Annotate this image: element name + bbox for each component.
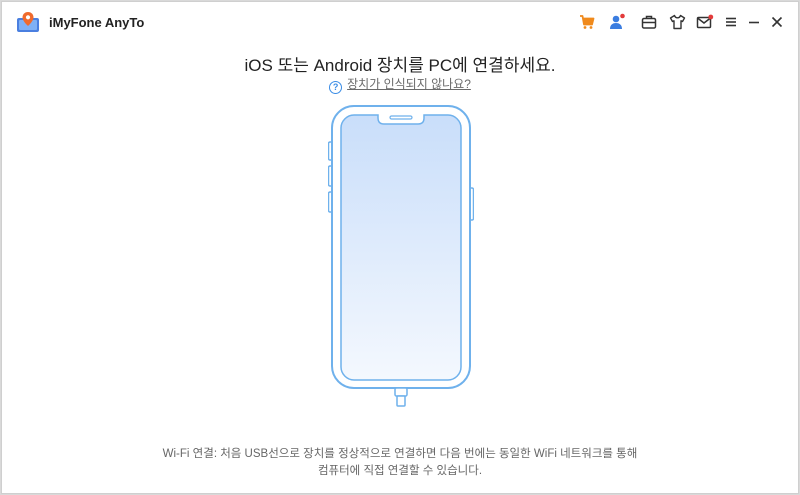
close-icon[interactable]	[768, 13, 786, 31]
question-icon: ?	[329, 81, 343, 94]
app-window: iMyFone AnyTo iOS 또는 Android 장치를 PC에 연결하…	[1, 1, 799, 494]
app-logo-icon	[17, 12, 39, 32]
title-bar: iMyFone AnyTo	[2, 2, 798, 42]
page-headline: iOS 또는 Android 장치를 PC에 연결하세요.	[244, 56, 556, 75]
wifi-note-line-2: 컴퓨터에 직접 연결할 수 있습니다.	[317, 465, 483, 477]
tshirt-icon[interactable]	[668, 13, 686, 31]
phone-illustration	[328, 105, 474, 407]
user-icon[interactable]	[608, 13, 626, 31]
menu-icon[interactable]	[722, 13, 740, 31]
help-row: ? 장치가 인식되지 않나요?	[2, 75, 798, 94]
wifi-note-line-1: Wi-Fi 연결: 처음 USB선으로 장치를 정상적으로 연결하면 다음 번에…	[162, 448, 638, 460]
wifi-connection-note: Wi-Fi 연결: 처음 USB선으로 장치를 정상적으로 연결하면 다음 번에…	[2, 446, 798, 480]
toolbox-icon[interactable]	[640, 13, 658, 31]
mail-icon[interactable]	[696, 13, 714, 31]
cart-icon[interactable]	[578, 13, 596, 31]
device-not-recognized-link[interactable]: 장치가 인식되지 않나요?	[347, 77, 471, 91]
minimize-icon[interactable]	[745, 13, 763, 31]
app-title: iMyFone AnyTo	[49, 15, 145, 30]
